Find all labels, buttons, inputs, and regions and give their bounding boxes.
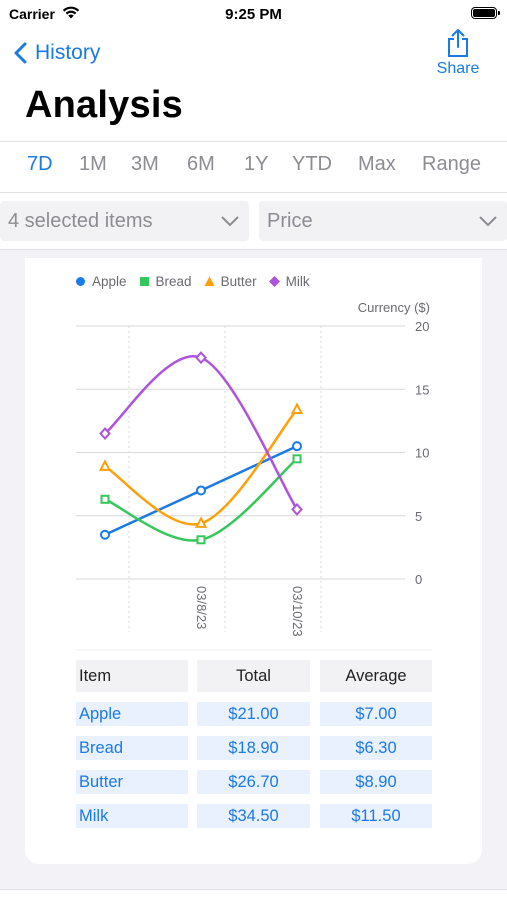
x-tick-label: 03/10/23 <box>290 586 305 637</box>
header-average: Average <box>320 660 432 692</box>
y-tick-label: 0 <box>415 572 422 587</box>
table-row[interactable]: Milk $34.50 $11.50 <box>76 804 432 836</box>
table-row[interactable]: Butter $26.70 $8.90 <box>76 770 432 802</box>
y-axis-label: Currency ($) <box>358 300 430 315</box>
data-point <box>196 535 206 545</box>
table-row[interactable]: Apple $21.00 $7.00 <box>76 702 432 734</box>
data-point <box>292 454 302 464</box>
data-point <box>290 402 304 414</box>
y-tick-label: 10 <box>415 446 429 461</box>
row-total: $18.90 <box>197 736 310 760</box>
row-item: Apple <box>76 702 188 726</box>
row-average: $6.30 <box>320 736 432 760</box>
header-total: Total <box>197 660 310 692</box>
data-point <box>292 441 302 452</box>
data-point <box>100 529 110 540</box>
row-total: $26.70 <box>197 770 310 794</box>
row-total: $34.50 <box>197 804 310 828</box>
y-tick-label: 5 <box>415 509 422 524</box>
data-point <box>196 485 206 496</box>
data-point <box>98 459 112 471</box>
data-point <box>195 351 207 365</box>
data-point <box>194 516 208 528</box>
row-average: $7.00 <box>320 702 432 726</box>
bottom-bar <box>0 889 507 901</box>
series-line-butter <box>103 408 299 526</box>
series-line-bread <box>103 457 299 542</box>
y-tick-label: 20 <box>415 319 429 334</box>
row-average: $8.90 <box>320 770 432 794</box>
table-header-row: Item Total Average <box>76 660 432 692</box>
row-total: $21.00 <box>197 702 310 726</box>
table-row[interactable]: Bread $18.90 $6.30 <box>76 736 432 768</box>
row-average: $11.50 <box>320 804 432 828</box>
x-tick-label: 03/8/23 <box>194 586 209 629</box>
row-item: Bread <box>76 736 188 760</box>
header-item: Item <box>76 660 188 692</box>
row-item: Milk <box>76 804 188 828</box>
data-point <box>100 494 110 504</box>
row-item: Butter <box>76 770 188 794</box>
y-tick-label: 15 <box>415 382 429 397</box>
